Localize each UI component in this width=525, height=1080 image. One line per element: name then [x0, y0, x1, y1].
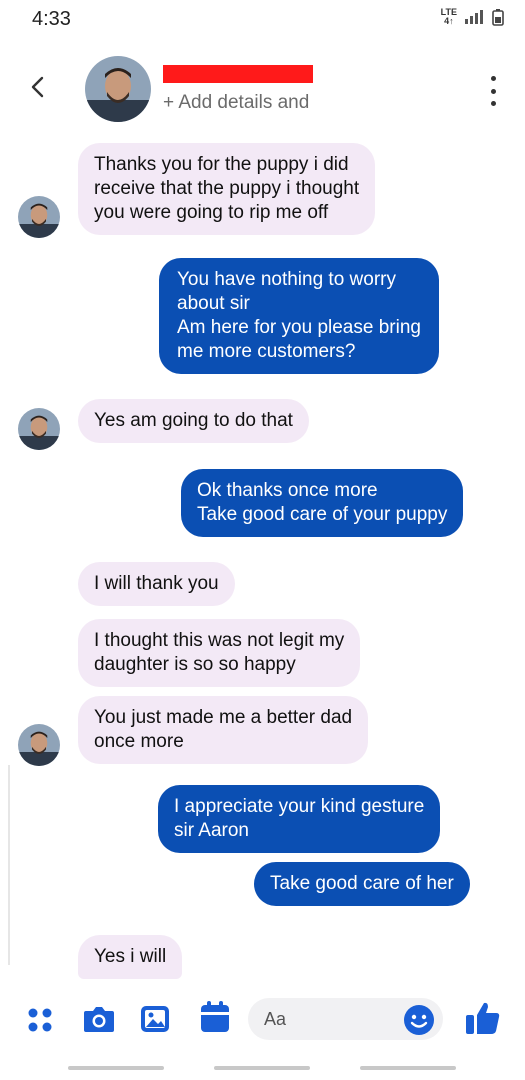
- message-bubble-outgoing[interactable]: Ok thanks once more Take good care of yo…: [181, 469, 464, 537]
- composer-bar: Aa: [0, 990, 525, 1050]
- avatar-photo: [18, 196, 60, 238]
- battery-icon: [492, 9, 504, 26]
- chevron-left-icon: [31, 76, 44, 98]
- message-text: I will thank you: [94, 573, 219, 594]
- dot: [490, 88, 496, 94]
- message-text: daughter is so so happy: [94, 654, 296, 675]
- scroll-edge: [8, 765, 10, 965]
- message-bubble-incoming[interactable]: Thanks you for the puppy i did receive t…: [78, 143, 376, 235]
- back-button[interactable]: [26, 72, 56, 102]
- sender-avatar[interactable]: [18, 408, 60, 450]
- message-text: about sir: [177, 293, 250, 314]
- conversation-header: + Add details and: [0, 50, 525, 130]
- avatar-photo: [18, 408, 60, 450]
- emoji-button[interactable]: [403, 1004, 435, 1041]
- network-label: LTE: [440, 7, 457, 17]
- calendar-icon: [201, 1001, 229, 1032]
- nav-indicator: [214, 1066, 310, 1070]
- message-text: Yes am going to do that: [94, 410, 293, 431]
- message-bubble-incoming[interactable]: Yes i will: [78, 935, 183, 979]
- message-text: once more: [94, 731, 184, 752]
- apps-grid-icon: [28, 1008, 52, 1032]
- message-bubble-outgoing[interactable]: I appreciate your kind gesture sir Aaron: [158, 785, 441, 853]
- thumbs-up-icon: [466, 1002, 500, 1034]
- contact-name-redacted: [163, 65, 313, 83]
- emoji-icon: [404, 1005, 434, 1035]
- status-icons: LTE 4↑: [441, 8, 505, 26]
- message-text: Take good care of your puppy: [197, 504, 448, 525]
- message-text: me more customers?: [177, 341, 356, 362]
- signal-icon: [465, 10, 483, 24]
- avatar-photo: [85, 56, 151, 122]
- gallery-button[interactable]: [139, 1003, 171, 1040]
- status-bar: 4:33 LTE 4↑: [0, 0, 525, 40]
- message-bubble-incoming[interactable]: I thought this was not legit my daughter…: [78, 619, 361, 687]
- dot: [490, 76, 496, 81]
- image-icon: [141, 1006, 169, 1032]
- message-text: you were going to rip me off: [94, 202, 329, 223]
- message-text: Am here for you please bring: [177, 317, 421, 338]
- status-time: 4:33: [32, 8, 71, 30]
- event-button[interactable]: [199, 1000, 231, 1039]
- lte-icon: LTE 4↑: [440, 7, 457, 26]
- message-text: Yes i will: [94, 946, 167, 967]
- message-input-placeholder: Aa: [264, 1009, 287, 1029]
- nav-indicator: [360, 1066, 456, 1070]
- message-bubble-incoming[interactable]: You just made me a better dad once more: [78, 696, 369, 764]
- more-options-button[interactable]: [483, 76, 503, 106]
- add-details-link[interactable]: + Add details and: [163, 92, 309, 114]
- message-bubble-incoming[interactable]: I will thank you: [78, 562, 235, 606]
- message-text: I thought this was not legit my: [94, 630, 345, 651]
- message-text: sir Aaron: [174, 820, 249, 841]
- message-text: Ok thanks once more: [197, 480, 378, 501]
- message-text: Take good care of her: [270, 873, 454, 894]
- dot: [490, 101, 496, 106]
- camera-button[interactable]: [82, 1003, 116, 1040]
- message-text: I appreciate your kind gesture: [174, 796, 425, 817]
- sender-avatar[interactable]: [18, 724, 60, 766]
- contact-avatar[interactable]: [85, 56, 151, 122]
- sender-avatar[interactable]: [18, 196, 60, 238]
- message-bubble-outgoing[interactable]: Take good care of her: [254, 862, 470, 906]
- message-bubble-outgoing[interactable]: You have nothing to worry about sir Am h…: [159, 258, 439, 374]
- more-actions-button[interactable]: [26, 1006, 54, 1039]
- camera-icon: [84, 1007, 114, 1032]
- message-text: You have nothing to worry: [177, 269, 397, 290]
- nav-indicator: [68, 1066, 164, 1070]
- message-text: Thanks you for the puppy i did: [94, 154, 349, 175]
- like-button[interactable]: [464, 1000, 502, 1041]
- message-text: You just made me a better dad: [94, 707, 353, 728]
- message-text: receive that the puppy i thought: [94, 178, 360, 199]
- avatar-photo: [18, 724, 60, 766]
- message-bubble-incoming[interactable]: Yes am going to do that: [78, 399, 309, 443]
